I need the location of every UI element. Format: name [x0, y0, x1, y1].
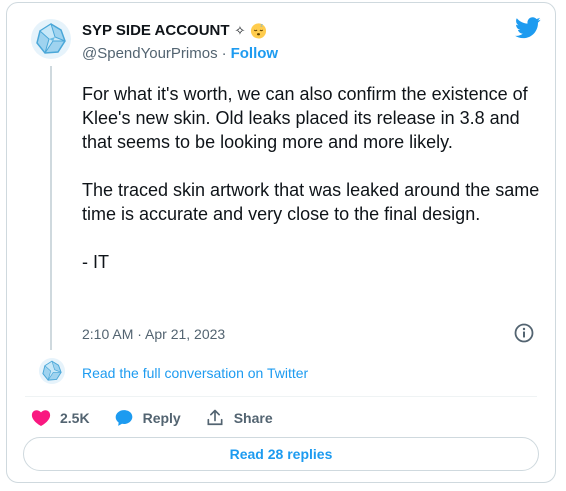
avatar-crystal-image [31, 19, 71, 59]
tweet-timestamp[interactable]: 2:10 AM · Apr 21, 2023 [82, 326, 225, 342]
tweet-paragraph: - IT [82, 252, 109, 272]
follow-button[interactable]: Follow [231, 45, 279, 62]
author-name-row[interactable]: SYP SIDE ACCOUNT ✧ z [82, 22, 267, 39]
thread-line [50, 66, 52, 350]
tweet-card: SYP SIDE ACCOUNT ✧ z @SpendYourPrimos · … [6, 2, 556, 483]
heart-icon [31, 410, 51, 426]
twitter-bird-icon[interactable] [515, 17, 541, 39]
share-icon [207, 409, 223, 426]
author-avatar[interactable] [31, 19, 71, 59]
like-count: 2.5K [60, 410, 90, 426]
share-label: Share [233, 410, 273, 426]
divider [25, 396, 537, 397]
author-handle-row: @SpendYourPrimos · Follow [82, 45, 278, 62]
read-replies-button[interactable]: Read 28 replies [23, 437, 539, 471]
sparkle-icon: ✧ [234, 22, 246, 38]
author-display-name[interactable]: SYP SIDE ACCOUNT [82, 22, 230, 39]
action-bar: 2.5K Reply Share [31, 408, 273, 428]
avatar-crystal-image [39, 358, 65, 384]
speech-bubble-icon [115, 410, 132, 426]
tweet-text: For what it's worth, we can also confirm… [82, 82, 542, 298]
tweet-paragraph: The traced skin artwork that was leaked … [82, 180, 540, 224]
share-button[interactable]: Share [205, 408, 273, 428]
info-icon[interactable] [513, 322, 535, 344]
handle-separator: · [221, 45, 227, 62]
reply-label: Reply [142, 410, 181, 426]
tweet-paragraph: For what it's worth, we can also confirm… [82, 84, 528, 152]
read-conversation-link[interactable]: Read the full conversation on Twitter [82, 365, 308, 381]
sleeping-face-emoji-icon: z [251, 23, 267, 39]
small-author-avatar[interactable] [39, 358, 65, 384]
like-button[interactable]: 2.5K [31, 408, 90, 428]
reply-button[interactable]: Reply [114, 408, 181, 428]
author-handle[interactable]: @SpendYourPrimos [82, 45, 218, 62]
